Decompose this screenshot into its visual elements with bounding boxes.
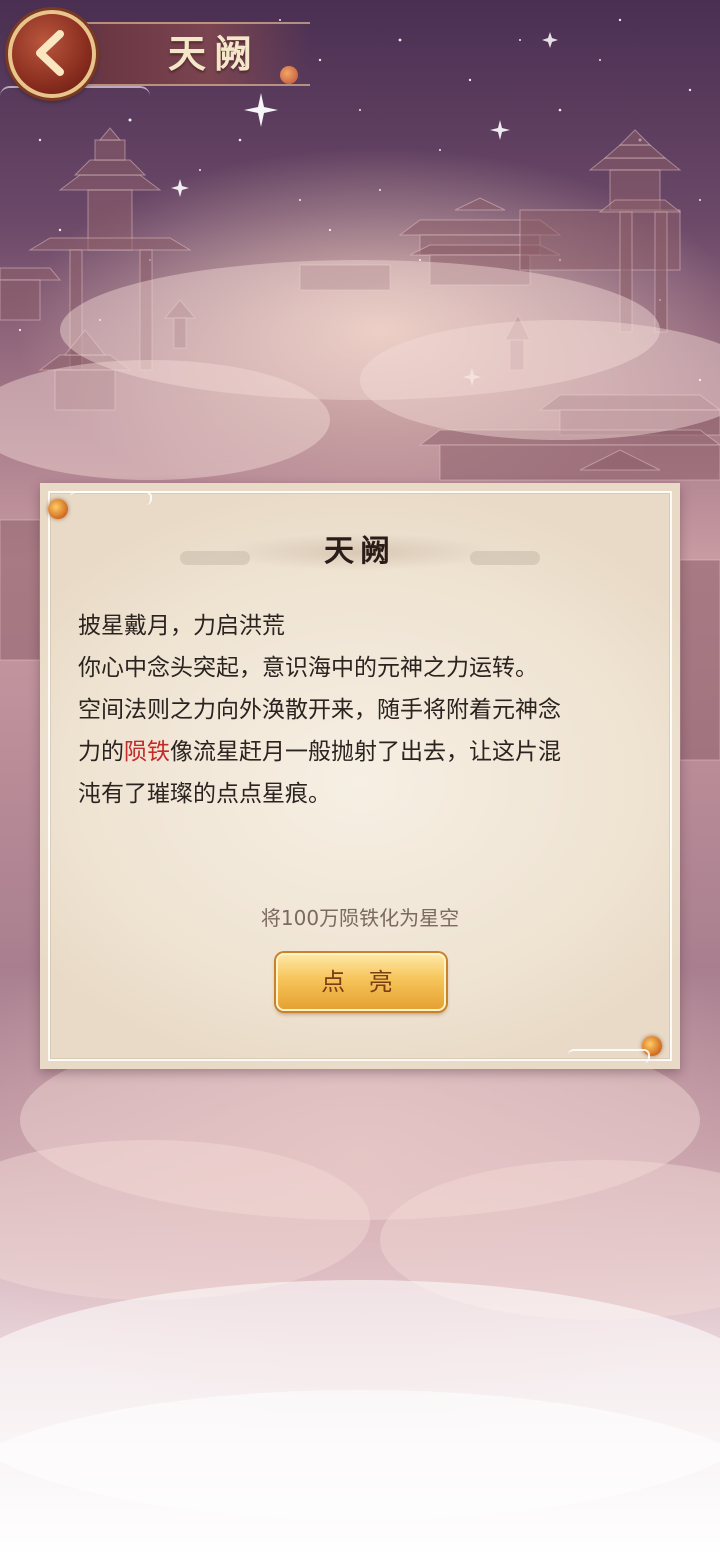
story-line-1: 披星戴月，力启洪荒 xyxy=(78,613,285,639)
game-screen: 天阙 天阙 披星戴月，力启洪荒 你心中念头突起，意识海中的元神之力运转。 空间法… xyxy=(0,0,720,1560)
story-line-2: 你心中念头突起，意识海中的元神之力运转。 xyxy=(78,655,538,681)
story-line-4-suffix: 像流星赶月一般抛射了出去，让这片混 xyxy=(170,739,561,765)
back-button[interactable] xyxy=(8,10,96,98)
meteorite-keyword: 陨铁 xyxy=(124,739,170,765)
story-line-3: 空间法则之力向外涣散开来，随手将附着元神念 xyxy=(78,697,561,723)
title-cloud-right-decoration xyxy=(470,551,540,565)
light-up-button[interactable]: 点 亮 xyxy=(276,953,446,1011)
task-requirement: 将100万陨铁化为星空 xyxy=(260,906,460,930)
page-title: 天阙 xyxy=(168,31,261,76)
header-orb-decoration xyxy=(280,66,298,84)
chevron-left-icon xyxy=(36,30,64,76)
panel-title: 天阙 xyxy=(324,534,396,569)
story-panel: 天阙 披星戴月，力启洪荒 你心中念头突起，意识海中的元神之力运转。 空间法则之力… xyxy=(40,483,680,1069)
corner-cloud-bottom-right xyxy=(568,1049,650,1063)
story-line-4-prefix: 力的 xyxy=(78,739,124,765)
corner-orb-top-left xyxy=(48,499,68,519)
story-text: 披星戴月，力启洪荒 你心中念头突起，意识海中的元神之力运转。 空间法则之力向外涣… xyxy=(78,605,638,815)
story-line-4: 力的陨铁像流星赶月一般抛射了出去，让这片混 xyxy=(78,731,638,773)
story-line-5: 沌有了璀璨的点点星痕。 xyxy=(78,781,331,807)
corner-cloud-top-left xyxy=(70,491,152,505)
